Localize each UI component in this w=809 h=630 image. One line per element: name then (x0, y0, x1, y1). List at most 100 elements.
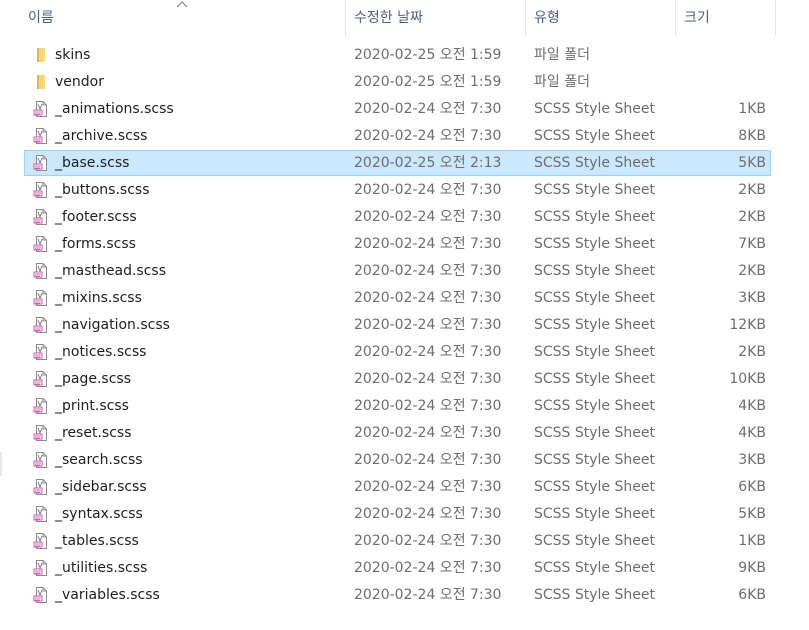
file-type: SCSS Style Sheet (534, 263, 655, 279)
scss-file-icon (33, 344, 49, 360)
scss-file-icon (33, 290, 49, 306)
file-name: _sidebar.scss (55, 479, 147, 495)
file-size: 2KB (738, 182, 766, 198)
file-name: _syntax.scss (55, 506, 143, 522)
file-modified-date: 2020-02-24 오전 7:30 (354, 290, 502, 306)
file-row[interactable]: _print.scss 2020-02-24 오전 7:30 SCSS Style … (24, 393, 771, 419)
file-type: 파일 폴더 (534, 74, 590, 90)
file-modified-date: 2020-02-24 오전 7:30 (354, 587, 502, 603)
file-size: 8KB (738, 128, 766, 144)
file-size: 7KB (738, 236, 766, 252)
file-size: 4KB (738, 398, 766, 414)
file-modified-date: 2020-02-24 오전 7:30 (354, 344, 502, 360)
file-modified-date: 2020-02-24 오전 7:30 (354, 101, 502, 117)
folder-row[interactable]: skins 2020-02-25 오전 1:59 파일 폴더 (24, 42, 771, 68)
file-row[interactable]: _search.scss 2020-02-24 오전 7:30 SCSS Style… (24, 447, 771, 473)
file-type: SCSS Style Sheet (534, 398, 655, 414)
file-type: SCSS Style Sheet (534, 344, 655, 360)
scss-file-icon (33, 317, 49, 333)
file-row[interactable]: _base.scss 2020-02-25 오전 2:13 SCSS Style S… (24, 150, 771, 176)
file-name: _footer.scss (55, 209, 137, 225)
file-row[interactable]: _buttons.scss 2020-02-24 오전 7:30 SCSS Styl… (24, 177, 771, 203)
file-modified-date: 2020-02-24 오전 7:30 (354, 398, 502, 414)
sort-ascending-icon (176, 1, 188, 8)
file-name: _archive.scss (55, 128, 148, 144)
folder-icon (33, 74, 49, 90)
file-row[interactable]: _utilities.scss 2020-02-24 오전 7:30 SCSS St… (24, 555, 771, 581)
file-size: 10KB (729, 371, 766, 387)
file-size: 6KB (738, 587, 766, 603)
file-size: 2KB (738, 344, 766, 360)
file-row[interactable]: _masthead.scss 2020-02-24 오전 7:30 SCSS Sty… (24, 258, 771, 284)
file-row[interactable]: _footer.scss 2020-02-24 오전 7:30 SCSS Style… (24, 204, 771, 230)
file-row[interactable]: _variables.scss 2020-02-24 오전 7:30 SCSS St… (24, 582, 771, 608)
scss-file-icon (33, 371, 49, 387)
scss-file-icon (33, 452, 49, 468)
file-size: 12KB (729, 317, 766, 333)
file-type: SCSS Style Sheet (534, 587, 655, 603)
file-size: 5KB (738, 155, 766, 171)
file-name: _search.scss (55, 452, 143, 468)
file-row[interactable]: _syntax.scss 2020-02-24 오전 7:30 SCSS Style… (24, 501, 771, 527)
file-modified-date: 2020-02-24 오전 7:30 (354, 128, 502, 144)
file-type: SCSS Style Sheet (534, 560, 655, 576)
file-modified-date: 2020-02-24 오전 7:30 (354, 479, 502, 495)
file-type: SCSS Style Sheet (534, 182, 655, 198)
file-row[interactable]: _navigation.scss 2020-02-24 오전 7:30 SCSS S… (24, 312, 771, 338)
file-name: skins (55, 47, 91, 63)
file-row[interactable]: _page.scss 2020-02-24 오전 7:30 SCSS Style S… (24, 366, 771, 392)
file-name: _reset.scss (55, 425, 132, 441)
file-modified-date: 2020-02-24 오전 7:30 (354, 317, 502, 333)
file-modified-date: 2020-02-25 오전 1:59 (354, 47, 502, 63)
column-header-size-label: 크기 (684, 10, 710, 26)
folder-row[interactable]: vendor 2020-02-25 오전 1:59 파일 폴더 (24, 69, 771, 95)
file-name: _animations.scss (55, 101, 174, 117)
column-header-type[interactable]: 유형 (526, 0, 676, 36)
file-modified-date: 2020-02-24 오전 7:30 (354, 560, 502, 576)
file-type: SCSS Style Sheet (534, 479, 655, 495)
file-row[interactable]: _reset.scss 2020-02-24 오전 7:30 SCSS Style … (24, 420, 771, 446)
file-name: _masthead.scss (55, 263, 166, 279)
file-row[interactable]: _mixins.scss 2020-02-24 오전 7:30 SCSS Style… (24, 285, 771, 311)
file-row[interactable]: _sidebar.scss 2020-02-24 오전 7:30 SCSS Styl… (24, 474, 771, 500)
file-modified-date: 2020-02-24 오전 7:30 (354, 209, 502, 225)
file-size: 4KB (738, 425, 766, 441)
file-modified-date: 2020-02-25 오전 2:13 (354, 155, 502, 171)
file-list-view: 이름 수정한 날짜 유형 크기 skins 2020-02-25 오전 1:59 파… (0, 0, 809, 630)
column-header-size[interactable]: 크기 (676, 0, 776, 36)
file-size: 1KB (738, 101, 766, 117)
file-name: _variables.scss (55, 587, 160, 603)
file-type: SCSS Style Sheet (534, 506, 655, 522)
file-name: _buttons.scss (55, 182, 150, 198)
file-modified-date: 2020-02-24 오전 7:30 (354, 263, 502, 279)
file-size: 2KB (738, 263, 766, 279)
file-type: SCSS Style Sheet (534, 452, 655, 468)
file-modified-date: 2020-02-24 오전 7:30 (354, 452, 502, 468)
file-name: vendor (55, 74, 104, 90)
file-type: 파일 폴더 (534, 47, 590, 63)
file-row[interactable]: _forms.scss 2020-02-24 오전 7:30 SCSS Style … (24, 231, 771, 257)
column-header-date[interactable]: 수정한 날짜 (346, 0, 526, 36)
file-type: SCSS Style Sheet (534, 371, 655, 387)
file-type: SCSS Style Sheet (534, 209, 655, 225)
scss-file-icon (33, 398, 49, 414)
file-modified-date: 2020-02-24 오전 7:30 (354, 533, 502, 549)
file-name: _notices.scss (55, 344, 147, 360)
file-row[interactable]: _animations.scss 2020-02-24 오전 7:30 SCSS S… (24, 96, 771, 122)
scroll-edge-marker (0, 452, 2, 476)
file-type: SCSS Style Sheet (534, 317, 655, 333)
scss-file-icon (33, 479, 49, 495)
file-row[interactable]: _tables.scss 2020-02-24 오전 7:30 SCSS Style… (24, 528, 771, 554)
file-modified-date: 2020-02-24 오전 7:30 (354, 425, 502, 441)
file-name: _print.scss (55, 398, 129, 414)
file-name: _navigation.scss (55, 317, 170, 333)
file-row[interactable]: _archive.scss 2020-02-24 오전 7:30 SCSS Styl… (24, 123, 771, 149)
scss-file-icon (33, 209, 49, 225)
file-row[interactable]: _notices.scss 2020-02-24 오전 7:30 SCSS Styl… (24, 339, 771, 365)
file-size: 1KB (738, 533, 766, 549)
file-type: SCSS Style Sheet (534, 155, 655, 171)
scss-file-icon (33, 236, 49, 252)
scss-file-icon (33, 425, 49, 441)
file-modified-date: 2020-02-25 오전 1:59 (354, 74, 502, 90)
file-type: SCSS Style Sheet (534, 101, 655, 117)
